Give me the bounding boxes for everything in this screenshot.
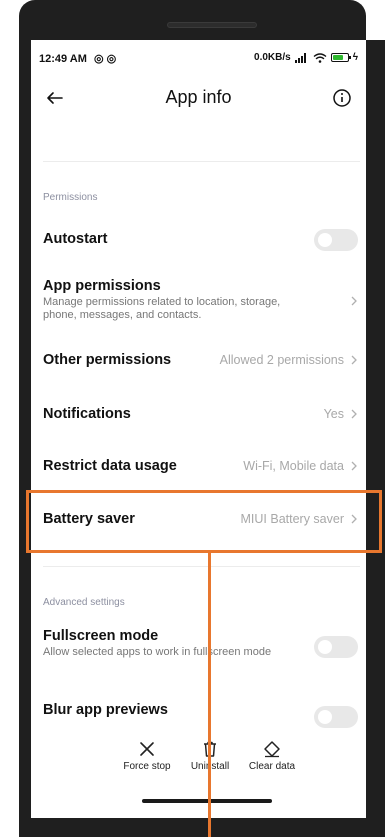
force-stop-label: Force stop [123, 761, 171, 772]
restrict-data-title: Restrict data usage [43, 458, 177, 474]
page-title: App info [165, 87, 232, 107]
autostart-row[interactable]: Autostart [31, 220, 366, 260]
blur-previews-toggle[interactable] [314, 706, 358, 728]
autostart-title: Autostart [43, 231, 108, 247]
notifications-row[interactable]: Notifications Yes [31, 394, 366, 434]
status-icons: 0.0KB/s ϟ [254, 52, 358, 63]
signal-icon [294, 52, 306, 63]
other-permissions-value: Allowed 2 permissions [219, 353, 344, 367]
app-permissions-row[interactable]: App permissions Manage permissions relat… [31, 272, 366, 332]
notification-icon: ◎ ◎ [93, 53, 117, 65]
restrict-data-value: Wi-Fi, Mobile data [243, 459, 344, 473]
fullscreen-mode-row[interactable]: Fullscreen mode Allow selected apps to w… [31, 624, 366, 680]
clear-data-label: Clear data [248, 761, 296, 772]
home-indicator[interactable] [142, 799, 272, 803]
notifications-value: Yes [323, 407, 344, 421]
highlight-box [26, 490, 382, 553]
toggle-knob [318, 640, 332, 654]
chevron-right-icon [351, 461, 357, 471]
app-permissions-title: App permissions [43, 278, 161, 294]
status-time: 12:49 AM ◎ ◎ [39, 53, 117, 65]
other-permissions-title: Other permissions [43, 352, 172, 368]
autostart-toggle[interactable] [314, 229, 358, 251]
toggle-knob [318, 233, 332, 247]
divider [43, 566, 360, 567]
phone-bezel-right [366, 40, 385, 837]
section-label-advanced: Advanced settings [43, 597, 125, 608]
clear-data-button[interactable]: Clear data [241, 740, 303, 772]
restrict-data-row[interactable]: Restrict data usage Wi-Fi, Mobile data [31, 446, 366, 486]
fullscreen-mode-subtitle: Allow selected apps to work in fullscree… [43, 646, 272, 658]
blur-previews-title: Blur app previews [43, 702, 168, 718]
toggle-knob [318, 710, 332, 724]
header: App info [31, 78, 366, 118]
status-bar: 12:49 AM ◎ ◎ 0.0KB/s ϟ [31, 40, 366, 76]
highlight-pointer [208, 553, 211, 837]
fullscreen-mode-title: Fullscreen mode [43, 628, 159, 644]
phone-bezel-bottom [19, 818, 385, 837]
chevron-right-icon [351, 355, 357, 365]
phone-frame: 12:49 AM ◎ ◎ 0.0KB/s ϟ App info Permissi… [0, 0, 385, 837]
other-permissions-row[interactable]: Other permissions Allowed 2 permissions [31, 340, 366, 380]
network-speed: 0.0KB/s [254, 52, 291, 63]
phone-bezel-left [19, 40, 31, 837]
divider [43, 161, 360, 162]
close-icon [140, 742, 154, 756]
phone-bezel-top [19, 0, 366, 42]
eraser-icon [264, 741, 280, 758]
battery-icon [330, 53, 351, 62]
battery-level [332, 55, 344, 60]
screen: 12:49 AM ◎ ◎ 0.0KB/s ϟ App info Permissi… [31, 40, 366, 818]
notifications-title: Notifications [43, 406, 131, 422]
charging-icon: ϟ [352, 52, 358, 63]
fullscreen-mode-toggle[interactable] [314, 636, 358, 658]
chevron-right-icon [351, 409, 357, 419]
chevron-right-icon [351, 296, 357, 306]
speaker-grille [167, 22, 257, 28]
wifi-icon [313, 52, 327, 63]
section-label-permissions: Permissions [43, 192, 98, 203]
app-permissions-subtitle: Manage permissions related to location, … [43, 296, 281, 321]
info-icon[interactable] [328, 84, 356, 112]
force-stop-button[interactable]: Force stop [117, 740, 177, 772]
action-bar: Force stop Uninstall Clear data [31, 730, 366, 790]
